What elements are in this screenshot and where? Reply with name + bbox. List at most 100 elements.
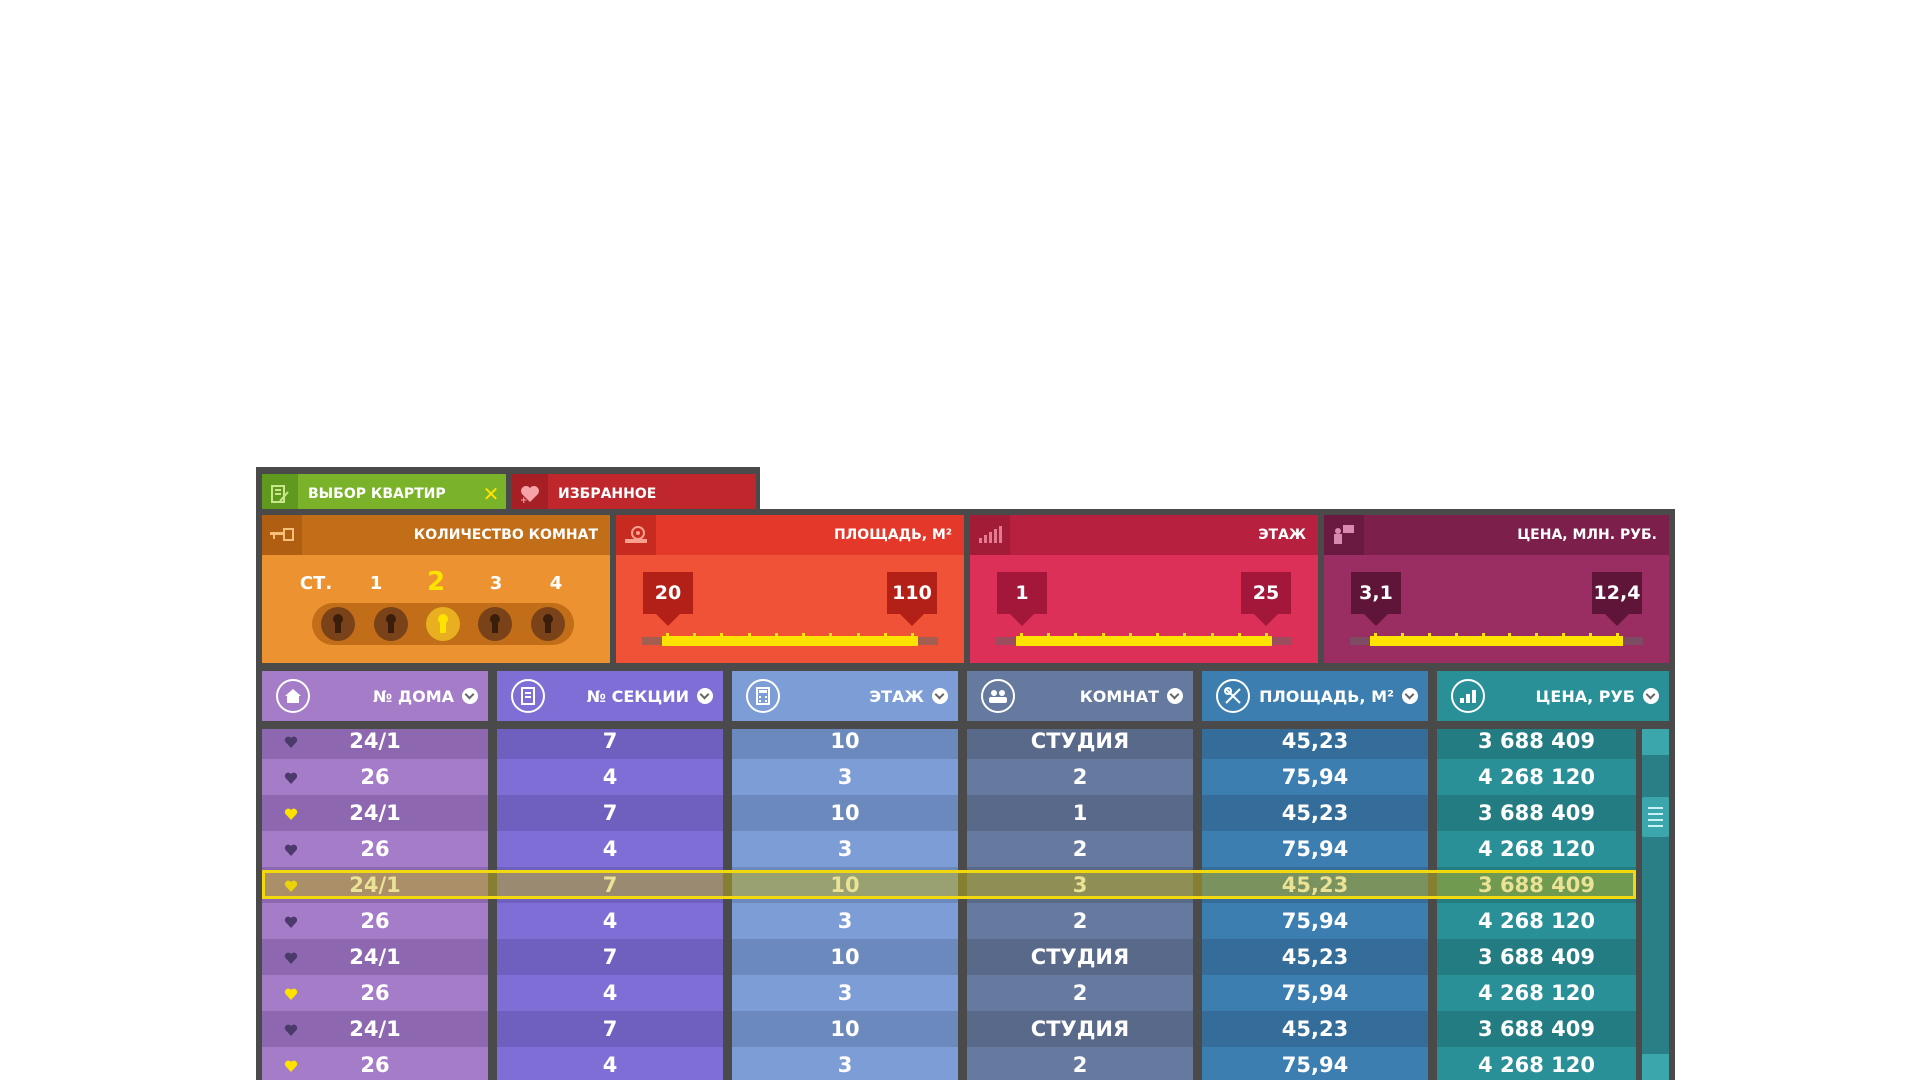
room-keyhole-selector — [312, 603, 574, 645]
floor-min-handle[interactable]: 1 — [997, 572, 1047, 626]
rooms-cell: СТУДИЯ — [967, 729, 1193, 759]
column-header-rooms[interactable]: КОМНАТ — [967, 671, 1193, 721]
main-panel: КОЛИЧЕСТВО КОМНАТ СТ. 1 2 3 4 ПЛОЩАДЬ, М… — [256, 509, 1675, 1080]
chevron-down-icon[interactable] — [1643, 688, 1659, 704]
rooms-cell: 1 — [967, 795, 1193, 831]
keyhole-icon[interactable] — [373, 607, 408, 641]
floor-filter-body: 1 25 — [970, 555, 1318, 663]
chevron-down-icon[interactable] — [462, 688, 478, 704]
price-cell: 3 688 409 — [1437, 939, 1636, 975]
tab-favorites[interactable]: + ИЗБРАННОЕ — [512, 474, 756, 513]
room-option-2[interactable]: 2 — [409, 567, 464, 597]
area-range-ticks — [666, 633, 914, 637]
floor-cell: 10 — [732, 867, 958, 903]
room-option-1[interactable]: 1 — [349, 573, 404, 597]
area-max-handle[interactable]: 110 — [887, 572, 937, 626]
column-header-section[interactable]: № СЕКЦИИ — [497, 671, 723, 721]
heart-icon[interactable] — [284, 1023, 298, 1037]
column-header-floor[interactable]: ЭТАЖ — [732, 671, 958, 721]
price-cell: 3 688 409 — [1437, 867, 1636, 903]
list-edit-icon — [262, 474, 298, 513]
rooms-cell: 2 — [967, 759, 1193, 795]
heart-plus-icon: + — [512, 474, 548, 513]
heart-icon[interactable] — [284, 735, 298, 749]
house-cell: 26 — [262, 975, 488, 1011]
calculator-icon — [746, 679, 780, 713]
room-option-studio[interactable]: СТ. — [289, 573, 344, 597]
price-filter-title: ЦЕНА, МЛН. РУБ. — [1517, 527, 1657, 543]
tools-icon — [1216, 679, 1250, 713]
floor-cell: 10 — [732, 1011, 958, 1047]
heart-icon[interactable] — [284, 951, 298, 965]
price-max-handle[interactable]: 12,4 — [1592, 572, 1642, 626]
chevron-down-icon[interactable] — [697, 688, 713, 704]
room-option-3[interactable]: 3 — [469, 573, 524, 597]
scroll-up-button[interactable] — [1642, 729, 1669, 755]
floor-cell: 10 — [732, 795, 958, 831]
heart-icon[interactable] — [284, 879, 298, 893]
chevron-down-icon[interactable] — [1402, 688, 1418, 704]
area-filter-title: ПЛОЩАДЬ, М² — [833, 527, 952, 543]
section-cell: 4 — [497, 1047, 723, 1080]
price-cell: 4 268 120 — [1437, 975, 1636, 1011]
area-cell: 75,94 — [1202, 975, 1428, 1011]
heart-icon[interactable] — [284, 1059, 298, 1073]
tab-apartment-selection[interactable]: ВЫБОР КВАРТИР ✕ — [262, 474, 506, 513]
table-scrollbar[interactable] — [1642, 729, 1669, 1080]
tab-label: ИЗБРАННОЕ — [558, 485, 657, 502]
column-house: 24/1 26 24/1 26 24/1 26 24/1 26 24/1 26 — [262, 729, 488, 1080]
scrollbar-thumb[interactable] — [1642, 797, 1669, 837]
rooms-cell: 3 — [967, 867, 1193, 903]
room-option-4[interactable]: 4 — [529, 573, 584, 597]
price-min-handle[interactable]: 3,1 — [1351, 572, 1401, 626]
house-icon — [276, 679, 310, 713]
column-header-price[interactable]: ЦЕНА, РУБ — [1437, 671, 1669, 721]
floor-cell: 3 — [732, 759, 958, 795]
rooms-cell: СТУДИЯ — [967, 939, 1193, 975]
column-label: ПЛОЩАДЬ, М² — [1259, 686, 1394, 706]
column-header-house[interactable]: № ДОМА — [262, 671, 488, 721]
section-cell: 4 — [497, 831, 723, 867]
price-cell: 3 688 409 — [1437, 795, 1636, 831]
keyhole-icon[interactable] — [478, 607, 513, 641]
heart-icon[interactable] — [284, 771, 298, 785]
heart-icon[interactable] — [284, 807, 298, 821]
section-cell: 7 — [497, 867, 723, 903]
close-tab-icon[interactable]: ✕ — [476, 482, 506, 506]
column-header-area[interactable]: ПЛОЩАДЬ, М² — [1202, 671, 1428, 721]
area-filter-body: 20 110 — [616, 555, 964, 663]
house-cell: 26 — [262, 903, 488, 939]
area-min-handle[interactable]: 20 — [643, 572, 693, 626]
area-cell: 75,94 — [1202, 1047, 1428, 1080]
tab-label: ВЫБОР КВАРТИР — [308, 485, 446, 502]
rooms-filter: КОЛИЧЕСТВО КОМНАТ СТ. 1 2 3 4 — [262, 515, 610, 663]
area-cell: 45,23 — [1202, 1011, 1428, 1047]
heart-icon[interactable] — [284, 987, 298, 1001]
keyhole-icon[interactable] — [530, 607, 565, 641]
floor-range-ticks — [1020, 633, 1268, 637]
area-cell: 45,23 — [1202, 729, 1428, 759]
column-floor: 10 3 10 3 10 3 10 3 10 3 — [732, 729, 958, 1080]
section-cell: 4 — [497, 975, 723, 1011]
floor-cell: 3 — [732, 903, 958, 939]
area-cell: 75,94 — [1202, 831, 1428, 867]
floor-cell: 3 — [732, 1047, 958, 1080]
floor-range-fill — [1016, 636, 1272, 646]
heart-icon[interactable] — [284, 843, 298, 857]
house-cell: 26 — [262, 1047, 488, 1080]
price-range-fill — [1370, 636, 1623, 646]
scroll-down-button[interactable] — [1642, 1054, 1669, 1080]
keyhole-icon[interactable] — [321, 607, 356, 641]
floor-cell: 10 — [732, 939, 958, 975]
chevron-down-icon[interactable] — [1167, 688, 1183, 704]
price-cell: 4 268 120 — [1437, 1047, 1636, 1080]
chevron-down-icon[interactable] — [932, 688, 948, 704]
people-icon — [981, 679, 1015, 713]
floor-max-handle[interactable]: 25 — [1241, 572, 1291, 626]
price-filter: ЦЕНА, МЛН. РУБ. 3,1 12,4 — [1324, 515, 1669, 663]
column-area: 45,23 75,94 45,23 75,94 45,23 75,94 45,23 75,94… — [1202, 729, 1428, 1080]
keyhole-icon[interactable] — [425, 607, 460, 641]
heart-icon[interactable] — [284, 915, 298, 929]
area-filter-header: ПЛОЩАДЬ, М² — [616, 515, 964, 555]
area-filter: ПЛОЩАДЬ, М² 20 110 — [616, 515, 964, 663]
